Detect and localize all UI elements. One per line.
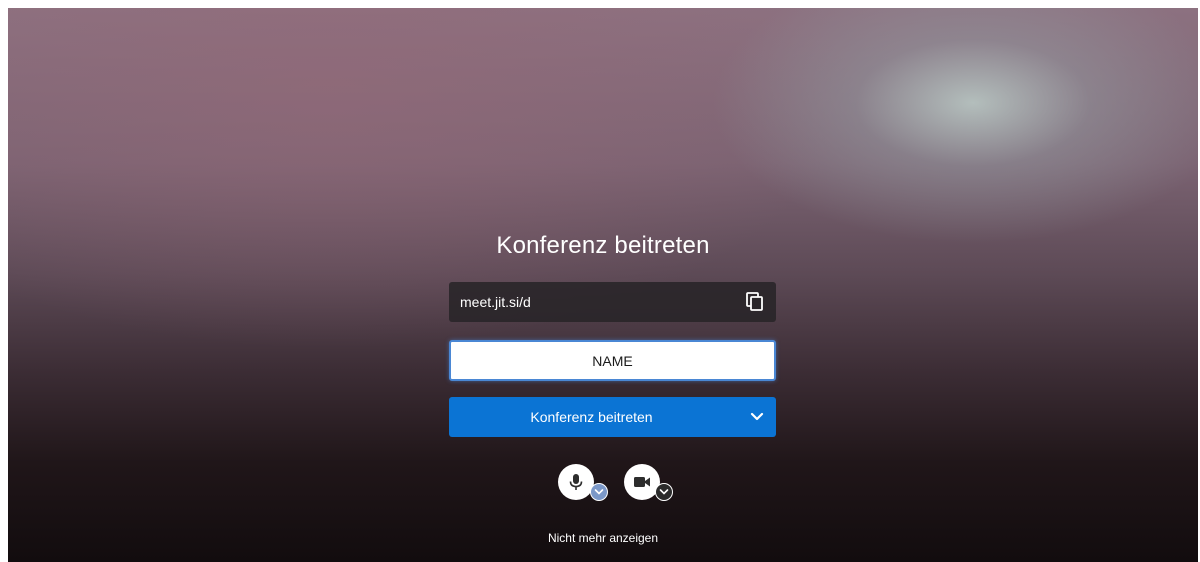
copy-icon[interactable] — [746, 292, 764, 312]
video-settings-button[interactable] — [655, 483, 673, 501]
microphone-icon — [569, 474, 583, 490]
meeting-url-text: meet.jit.si/d — [460, 294, 531, 310]
display-name-input[interactable] — [449, 340, 776, 381]
prejoin-title: Konferenz beitreten — [496, 232, 710, 259]
camera-icon — [634, 477, 650, 487]
chevron-down-icon[interactable] — [750, 411, 764, 423]
meeting-url-box: meet.jit.si/d — [449, 282, 776, 322]
join-meeting-label: Konferenz beitreten — [530, 409, 653, 425]
prejoin-screen: Konferenz beitreten meet.jit.si/d Konfer… — [8, 8, 1198, 562]
dont-show-again-link[interactable]: Nicht mehr anzeigen — [8, 531, 1198, 545]
microphone-toggle-button[interactable] — [558, 464, 594, 500]
join-meeting-button[interactable]: Konferenz beitreten — [449, 397, 776, 437]
chevron-down-icon — [659, 489, 669, 495]
audio-settings-button[interactable] — [590, 483, 608, 501]
chevron-down-icon — [594, 489, 604, 495]
